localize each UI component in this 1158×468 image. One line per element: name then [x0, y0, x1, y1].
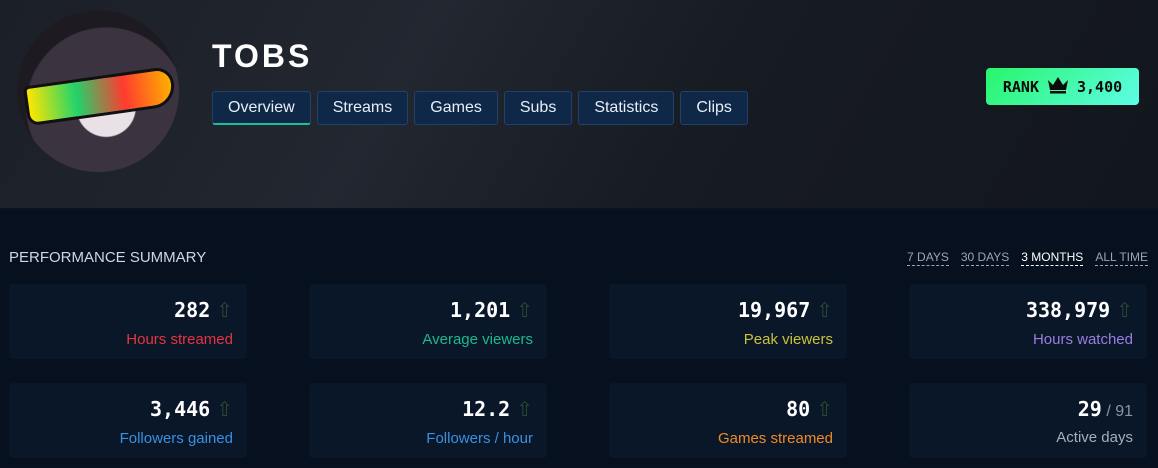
stat-value-row: 282 ⇧ — [9, 298, 233, 323]
stat-value-row: 12.2 ⇧ — [309, 397, 533, 422]
stat-label: Hours watched — [1032, 331, 1133, 348]
stat-card-games-streamed: 80 ⇧ Games streamed — [609, 383, 847, 458]
channel-tabs: Overview Streams Games Subs Statistics C… — [212, 91, 748, 125]
range-30-days[interactable]: 30 DAYS — [960, 250, 1010, 266]
trend-up-icon: ⇧ — [816, 399, 833, 421]
channel-header: TOBS Overview Streams Games Subs Statist… — [0, 0, 1158, 210]
tab-streams[interactable]: Streams — [316, 91, 409, 125]
trend-up-icon: ⇧ — [216, 399, 233, 421]
stat-card-followers-per-hour: 12.2 ⇧ Followers / hour — [309, 383, 547, 458]
stat-value: 282 — [174, 298, 211, 322]
stat-total: / 91 — [1106, 403, 1133, 420]
tab-games[interactable]: Games — [414, 91, 498, 125]
tab-subs[interactable]: Subs — [503, 91, 573, 125]
stat-value-row: 1,201 ⇧ — [309, 298, 533, 323]
trend-up-icon: ⇧ — [216, 300, 233, 322]
section-title: PERFORMANCE SUMMARY — [9, 249, 207, 266]
avatar-visor — [22, 65, 178, 127]
stat-value: 29 — [1077, 397, 1102, 421]
range-selector: 7 DAYS 30 DAYS 3 MONTHS ALL TIME — [907, 250, 1148, 266]
rank-badge[interactable]: RANK 3,400 — [986, 68, 1139, 105]
tab-clips[interactable]: Clips — [680, 91, 748, 125]
stat-value: 80 — [786, 397, 811, 421]
stat-card-hours-streamed: 282 ⇧ Hours streamed — [9, 284, 247, 359]
trend-up-icon: ⇧ — [516, 300, 533, 322]
trend-up-icon: ⇧ — [516, 399, 533, 421]
stat-value: 12.2 — [462, 397, 511, 421]
stat-card-peak-viewers: 19,967 ⇧ Peak viewers — [609, 284, 847, 359]
channel-avatar — [17, 10, 179, 172]
stat-value: 1,201 — [450, 298, 511, 322]
crown-icon — [1047, 76, 1069, 98]
stat-value: 19,967 — [737, 298, 811, 322]
rank-value: 3,400 — [1076, 77, 1123, 96]
tab-statistics[interactable]: Statistics — [578, 91, 675, 125]
stat-label: Games streamed — [717, 430, 833, 447]
stat-label: Followers / hour — [426, 430, 533, 447]
stat-value-row: 338,979 ⇧ — [909, 298, 1133, 323]
stat-label: Followers gained — [119, 430, 233, 447]
channel-name: TOBS — [212, 38, 313, 74]
stat-card-followers-gained: 3,446 ⇧ Followers gained — [9, 383, 247, 458]
stat-label: Peak viewers — [743, 331, 833, 348]
stat-label: Average viewers — [422, 331, 533, 348]
range-all-time[interactable]: ALL TIME — [1095, 250, 1148, 266]
rank-label: RANK — [1002, 77, 1039, 96]
stat-card-average-viewers: 1,201 ⇧ Average viewers — [309, 284, 547, 359]
trend-up-icon: ⇧ — [816, 300, 833, 322]
stat-value-row: 19,967 ⇧ — [609, 298, 833, 323]
stat-value-row: 29 / 91 — [909, 397, 1133, 421]
stat-card-hours-watched: 338,979 ⇧ Hours watched — [909, 284, 1147, 359]
stat-label: Active days — [1056, 429, 1133, 446]
stat-value-row: 3,446 ⇧ — [9, 397, 233, 422]
range-3-months[interactable]: 3 MONTHS — [1021, 250, 1084, 266]
trend-up-icon: ⇧ — [1116, 300, 1133, 322]
stat-card-active-days: 29 / 91 Active days — [909, 383, 1147, 458]
stat-value-row: 80 ⇧ — [609, 397, 833, 422]
range-7-days[interactable]: 7 DAYS — [907, 250, 949, 266]
stat-value: 3,446 — [150, 397, 211, 421]
tab-overview[interactable]: Overview — [212, 91, 311, 125]
stat-value: 338,979 — [1025, 298, 1111, 322]
stat-label: Hours streamed — [126, 331, 233, 348]
